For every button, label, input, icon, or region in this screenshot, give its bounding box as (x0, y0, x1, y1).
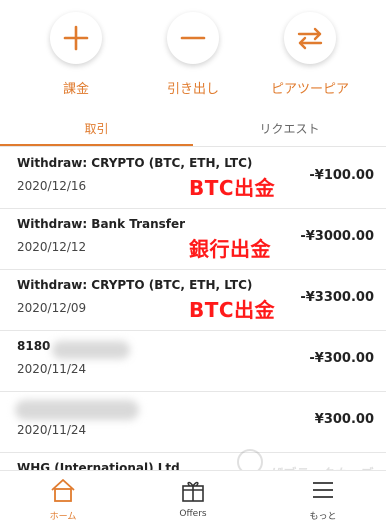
transaction-date: 2020/12/16 (17, 179, 87, 193)
transaction-date: 2020/11/24 (17, 362, 87, 376)
transaction-title: Withdraw: Bank Transfer (17, 217, 186, 231)
transaction-row[interactable]: 8180 2020/11/24 -¥300.00 (0, 331, 386, 392)
transaction-title: Withdraw: CRYPTO (BTC, ETH, LTC) (17, 156, 253, 170)
charge-action[interactable]: 課金 (21, 12, 131, 97)
gift-icon (182, 481, 204, 502)
annotation-note: BTC出金 (189, 176, 276, 200)
nav-more-label: もっと (309, 512, 337, 522)
transaction-row[interactable]: Withdraw: CRYPTO (BTC, ETH, LTC) 2020/12… (0, 148, 386, 209)
bottom-navigation: ホーム Offers もっと (0, 470, 386, 524)
transaction-amount: -¥100.00 (309, 168, 374, 183)
nav-home-label: ホーム (49, 512, 77, 522)
tab-bar: 取引 リクエスト (0, 112, 386, 147)
nav-home[interactable]: ホーム (23, 477, 103, 522)
withdraw-action[interactable]: 引き出し (138, 12, 248, 97)
transaction-amount: -¥3300.00 (300, 290, 374, 305)
charge-label: 課金 (62, 82, 89, 97)
nav-offers[interactable]: Offers (153, 477, 233, 519)
redaction-blur (52, 341, 130, 359)
nav-offers-label: Offers (179, 509, 207, 519)
p2p-action[interactable]: ピアツーピア (255, 12, 365, 97)
p2p-label: ピアツーピア (270, 82, 349, 97)
home-icon (51, 479, 75, 502)
nav-more[interactable]: もっと (283, 477, 363, 522)
annotation-note: 銀行出金 (189, 237, 271, 261)
tab-requests[interactable]: リクエスト (193, 112, 386, 146)
quick-actions: 課金 引き出し ピアツーピア (0, 0, 386, 112)
minus-icon (180, 36, 206, 40)
plus-icon (63, 25, 89, 51)
transaction-row[interactable]: Withdraw: Bank Transfer 2020/12/12 銀行出金 … (0, 209, 386, 270)
transaction-row[interactable]: Withdraw: CRYPTO (BTC, ETH, LTC) 2020/12… (0, 270, 386, 331)
transaction-amount: -¥3000.00 (300, 229, 374, 244)
transaction-title: Withdraw: CRYPTO (BTC, ETH, LTC) (17, 278, 253, 292)
annotation-note: BTC出金 (189, 298, 276, 322)
transaction-amount: -¥300.00 (309, 351, 374, 366)
transaction-date: 2020/12/12 (17, 240, 87, 254)
transaction-title: WHG (International) Ltd (17, 461, 180, 470)
withdraw-label: 引き出し (166, 82, 219, 97)
redaction-blur (15, 400, 139, 420)
withdraw-button[interactable] (167, 12, 219, 64)
menu-icon (313, 482, 333, 498)
transaction-title: 8180 (17, 339, 51, 353)
transaction-list: Withdraw: CRYPTO (BTC, ETH, LTC) 2020/12… (0, 148, 386, 470)
p2p-button[interactable] (284, 12, 336, 64)
tab-transactions[interactable]: 取引 (0, 112, 193, 146)
charge-button[interactable] (50, 12, 102, 64)
transaction-date: 2020/11/24 (17, 423, 87, 437)
transaction-amount: ¥300.00 (314, 412, 374, 427)
swap-arrows-icon (297, 27, 323, 50)
transaction-date: 2020/12/09 (17, 301, 87, 315)
